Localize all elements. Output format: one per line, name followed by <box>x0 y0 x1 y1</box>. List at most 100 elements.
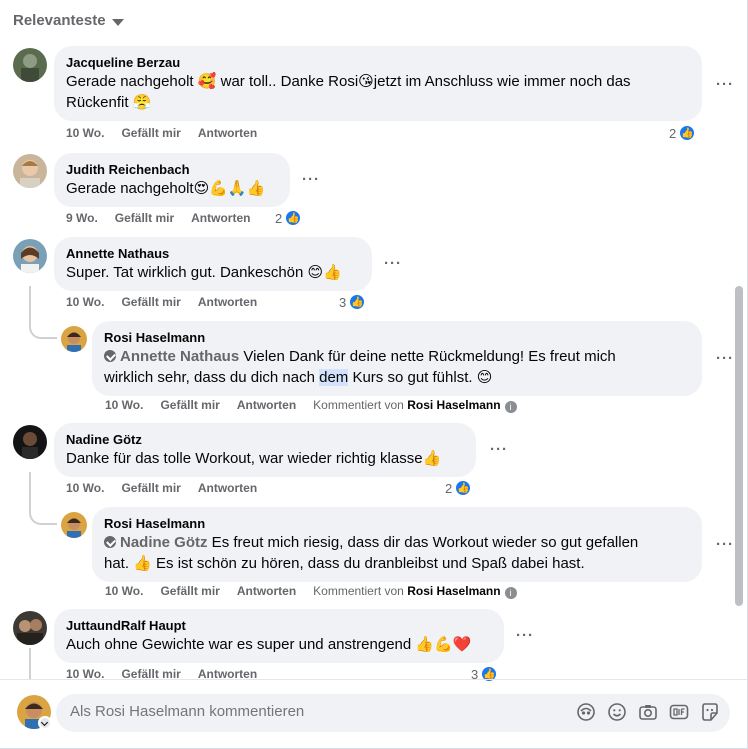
like-button[interactable]: Gefällt mir <box>121 295 180 309</box>
reply-button[interactable]: Antworten <box>237 584 296 599</box>
comment-text: Rückenfit 😤 <box>66 94 152 111</box>
mention-tag[interactable]: Annette Nathaus <box>120 348 239 365</box>
avatar[interactable] <box>13 611 47 645</box>
comment-composer[interactable] <box>56 694 730 732</box>
sticker-icon[interactable] <box>700 702 720 722</box>
camera-icon[interactable] <box>638 702 658 722</box>
like-reaction-icon: 👍 <box>348 293 367 311</box>
reply-text-part: wirklich sehr, dass du dich nach <box>104 369 320 386</box>
reaction-count[interactable]: 2 👍 <box>275 209 303 227</box>
reply-actions: 10 Wo. Gefällt mir Antworten Kommentiert… <box>105 398 517 413</box>
info-icon[interactable]: i <box>504 587 517 599</box>
reply-button[interactable]: Antworten <box>191 211 250 225</box>
reaction-number: 2 <box>445 480 453 496</box>
comment-text: Gerade nachgeholt😍💪🙏👍 <box>66 180 266 197</box>
gif-icon[interactable] <box>669 702 689 722</box>
commented-by: Kommentiert von Rosi Haselmann i <box>313 398 517 413</box>
reaction-number: 3 <box>339 294 347 310</box>
comment-actions: 10 Wo. Gefällt mir Antworten <box>66 295 257 309</box>
comment-bubble: Nadine Götz Danke für das tolle Workout,… <box>54 423 476 477</box>
commented-by-name[interactable]: Rosi Haselmann <box>407 398 500 412</box>
reaction-count[interactable]: 3 👍 <box>471 665 499 683</box>
timestamp[interactable]: 10 Wo. <box>66 126 104 140</box>
more-options-icon[interactable]: ··· <box>302 171 320 188</box>
reply-text: Nadine Götz Es freut mich riesig, dass d… <box>104 532 690 553</box>
sort-label: Relevanteste <box>13 12 106 29</box>
comment-bubble: Jacqueline Berzau Gerade nachgeholt 🥰 wa… <box>54 46 702 121</box>
reply-author[interactable]: Rosi Haselmann <box>104 515 690 532</box>
comment-text: Super. Tat wirklich gut. Dankeschön 😊👍 <box>66 264 342 281</box>
reply-actions: 10 Wo. Gefällt mir Antworten Kommentiert… <box>105 584 517 599</box>
commented-by: Kommentiert von Rosi Haselmann i <box>313 584 517 599</box>
timestamp[interactable]: 10 Wo. <box>66 295 104 309</box>
reaction-count[interactable]: 2 👍 <box>445 479 473 497</box>
avatar[interactable] <box>13 425 47 459</box>
reply-text: Annette Nathaus Vielen Dank für deine ne… <box>104 346 690 367</box>
reply-text-part: Vielen Dank für deine nette Rückmeldung!… <box>239 348 616 365</box>
timestamp[interactable]: 10 Wo. <box>105 398 143 413</box>
more-options-icon[interactable]: ··· <box>716 536 734 553</box>
comment-text: Auch ohne Gewichte war es super und anst… <box>66 636 472 653</box>
like-button[interactable]: Gefällt mir <box>115 211 174 225</box>
avatar[interactable] <box>13 48 47 82</box>
avatar[interactable] <box>13 239 47 273</box>
comment-author[interactable]: Judith Reichenbach <box>66 161 278 178</box>
info-icon[interactable]: i <box>504 401 517 413</box>
more-options-icon[interactable]: ··· <box>384 255 402 272</box>
commented-by-prefix: Kommentiert von <box>313 584 404 598</box>
reply-author[interactable]: Rosi Haselmann <box>104 329 690 346</box>
comment-author[interactable]: Annette Nathaus <box>66 245 360 262</box>
more-options-icon[interactable]: ··· <box>516 627 534 644</box>
selected-text: dem <box>319 369 349 386</box>
emoji-icon[interactable] <box>607 702 627 722</box>
avatar[interactable] <box>61 512 87 538</box>
chevron-down-icon[interactable] <box>38 716 52 730</box>
commented-by-name[interactable]: Rosi Haselmann <box>407 584 500 598</box>
comment-author[interactable]: Jacqueline Berzau <box>66 54 690 71</box>
reply-button[interactable]: Antworten <box>237 398 296 413</box>
like-button[interactable]: Gefällt mir <box>121 126 180 140</box>
composer-tools <box>576 702 720 722</box>
timestamp[interactable]: 10 Wo. <box>105 584 143 599</box>
mention-tag[interactable]: Nadine Götz <box>120 534 208 551</box>
timestamp[interactable]: 10 Wo. <box>66 481 104 495</box>
more-options-icon[interactable]: ··· <box>716 76 734 93</box>
reply-button[interactable]: Antworten <box>198 481 257 495</box>
comment-bubble: JuttaundRalf Haupt Auch ohne Gewichte wa… <box>54 609 504 663</box>
comment-actions: 10 Wo. Gefällt mir Antworten <box>66 126 257 140</box>
caret-down-icon <box>111 18 124 26</box>
mention-check-icon <box>104 350 116 362</box>
comment-author[interactable]: Nadine Götz <box>66 431 464 448</box>
like-reaction-icon: 👍 <box>480 665 499 683</box>
reply-text: wirklich sehr, dass du dich nach dem Kur… <box>104 367 690 388</box>
comment-text: Danke für das tolle Workout, war wieder … <box>66 450 442 467</box>
comments-panel: Relevanteste Jacqueline Berzau Gerade na… <box>0 0 748 749</box>
comment-input[interactable] <box>70 703 550 720</box>
thread-line <box>29 648 31 680</box>
reply-button[interactable]: Antworten <box>198 126 257 140</box>
comment-author[interactable]: JuttaundRalf Haupt <box>66 617 492 634</box>
sort-dropdown[interactable]: Relevanteste <box>13 12 124 29</box>
like-reaction-icon: 👍 <box>284 209 303 227</box>
more-options-icon[interactable]: ··· <box>716 350 734 367</box>
comment-bubble: Annette Nathaus Super. Tat wirklich gut.… <box>54 237 372 291</box>
like-button[interactable]: Gefällt mir <box>121 481 180 495</box>
reaction-count[interactable]: 3 👍 <box>339 293 367 311</box>
like-button[interactable]: Gefällt mir <box>160 584 219 599</box>
comment-actions: 9 Wo. Gefällt mir Antworten <box>66 211 250 225</box>
reaction-count[interactable]: 2 👍 <box>669 124 697 142</box>
like-button[interactable]: Gefällt mir <box>160 398 219 413</box>
reply-text: hat. 👍 Es ist schön zu hören, dass du dr… <box>104 555 585 572</box>
avatar-sticker-icon[interactable] <box>576 702 596 722</box>
scrollbar[interactable] <box>735 286 743 606</box>
comment-text: Gerade nachgeholt 🥰 war toll.. Danke Ros… <box>66 73 631 90</box>
thread-line <box>29 472 57 525</box>
reply-button[interactable]: Antworten <box>198 295 257 309</box>
avatar[interactable] <box>13 154 47 188</box>
timestamp[interactable]: 9 Wo. <box>66 211 98 225</box>
more-options-icon[interactable]: ··· <box>490 441 508 458</box>
like-reaction-icon: 👍 <box>454 479 473 497</box>
avatar[interactable] <box>61 326 87 352</box>
reply-bubble: Rosi Haselmann Nadine Götz Es freut mich… <box>92 507 702 582</box>
comment-actions: 10 Wo. Gefällt mir Antworten <box>66 481 257 495</box>
